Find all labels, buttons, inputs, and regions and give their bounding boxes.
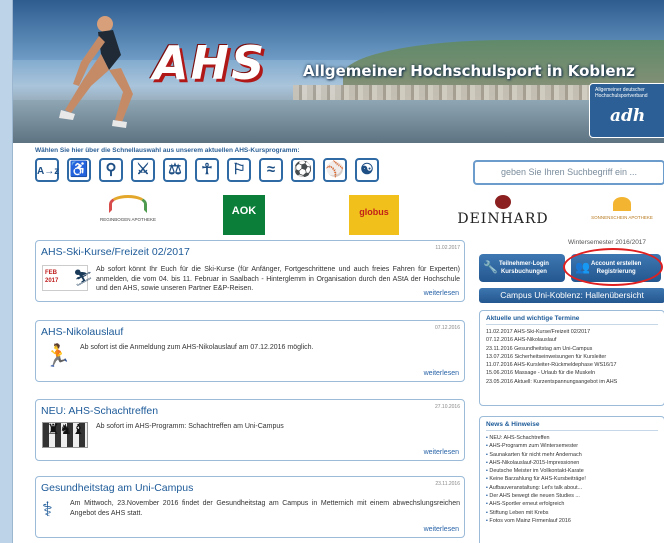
- list-item[interactable]: AHS-Nikolauslauf-2015-Impressionen: [486, 459, 586, 467]
- sponsor-globus[interactable]: globus: [349, 195, 399, 235]
- racket-sports-icon[interactable]: ⚾: [323, 158, 347, 182]
- news-title[interactable]: AHS-Ski-Kurse/Freizeit 02/2017: [41, 246, 190, 258]
- hinweise-list: NEU: AHS-SchachtreffenAHS-Programm zum W…: [486, 434, 586, 525]
- news-item: AHS-Nikolauslauf 07.12.2016 🏃 Ab sofort …: [35, 320, 465, 382]
- list-item[interactable]: Fotos vom Mainz Firmenlauf 2016: [486, 517, 586, 525]
- news-item: AHS-Ski-Kurse/Freizeit 02/2017 11.02.201…: [35, 240, 465, 302]
- semester-label: Wintersemester 2016/2017: [568, 239, 647, 246]
- news-date: 07.12.2016: [434, 325, 460, 331]
- az-icon[interactable]: A→z: [35, 158, 59, 182]
- list-item[interactable]: Keine Barzahlung für AHS-Kursbeiträge!: [486, 475, 586, 483]
- list-item[interactable]: 11.02.2017 AHS-Ski-Kurse/Freizeit 02/201…: [486, 328, 617, 336]
- list-item[interactable]: Stiftung Leben mit Krebs: [486, 509, 586, 517]
- cycling-icon[interactable]: ♿: [67, 158, 91, 182]
- sponsor-sonnenschein-label: SONNENSCHEIN APOTHEKE: [591, 215, 653, 220]
- news-date: 11.02.2017: [435, 245, 460, 251]
- news-title[interactable]: NEU: AHS-Schachtreffen: [41, 405, 158, 417]
- list-item[interactable]: 07.12.2016 AHS-Nikolauslauf: [486, 336, 617, 344]
- news-title[interactable]: Gesundheitstag am Uni-Campus: [41, 482, 193, 494]
- list-item[interactable]: 11.07.2016 AHS-Kursleiter-Rückmeldephase…: [486, 361, 617, 369]
- search-input[interactable]: geben Sie Ihren Suchbegriff ein ...: [473, 160, 664, 185]
- participant-login-button[interactable]: 🔧 Teilnehmer-Login Kursbuchungen: [479, 254, 565, 282]
- adh-logo-text: adh: [610, 106, 646, 126]
- quick-select-label: Wählen Sie hier über die Schnellauswahl …: [35, 147, 300, 154]
- news-text: Ab sofort im AHS-Programm: Schachtreffen…: [96, 423, 284, 430]
- list-item[interactable]: Saunakarten für nicht mehr Andernach: [486, 451, 586, 459]
- fitness-icon[interactable]: ⚖: [163, 158, 187, 182]
- martial-arts-icon[interactable]: ⚔: [131, 158, 155, 182]
- chess-thumbnail: ♜♞♝: [42, 421, 88, 448]
- read-more-link[interactable]: weiterlesen: [424, 526, 459, 533]
- ski-thumbnail: FEB 2017 ⛷: [42, 265, 93, 291]
- header-banner: AHS Allgemeiner Hochschulsport in Koblen…: [13, 0, 664, 143]
- news-item: NEU: AHS-Schachtreffen 27.10.2016 ♜♞♝ Ab…: [35, 399, 465, 461]
- list-item[interactable]: NEU: AHS-Schachtreffen: [486, 434, 586, 442]
- adh-logo[interactable]: Allgemeiner deutscher Hochschulsportverb…: [589, 83, 664, 138]
- hinweise-box: News & Hinweise NEU: AHS-SchachtreffenAH…: [479, 416, 664, 543]
- list-item[interactable]: AHS-Programm zum Wintersemester: [486, 442, 586, 450]
- page: AHS Allgemeiner Hochschulsport in Koblen…: [12, 0, 664, 543]
- news-title[interactable]: AHS-Nikolauslauf: [41, 326, 123, 338]
- adh-small-text: Allgemeiner deutscher Hochschulsportverb…: [595, 87, 648, 99]
- news-date: 23.11.2016: [435, 481, 460, 487]
- sponsor-deinhard[interactable]: DEINHARD: [453, 195, 553, 235]
- skier-icon: ⛷: [73, 270, 94, 287]
- read-more-link[interactable]: weiterlesen: [424, 290, 459, 297]
- ahs-logo[interactable]: AHS: [153, 36, 266, 90]
- news-text: Ab sofort könnt Ihr Euch für die Ski-Kur…: [96, 266, 460, 292]
- header-tagline: Allgemeiner Hochschulsport in Koblenz: [303, 62, 635, 80]
- list-item[interactable]: 23.05.2016 Aktuell: Kurzentspannungsange…: [486, 378, 617, 386]
- news-text: Ab sofort ist die Anmeldung zum AHS-Niko…: [80, 344, 314, 351]
- az-icon-text: A→z: [37, 166, 60, 177]
- list-item[interactable]: 23.11.2016 Gesundheitstag am Uni-Campus: [486, 345, 617, 353]
- ski-badge: FEB 2017: [45, 270, 59, 284]
- dance-icon[interactable]: ☥: [195, 158, 219, 182]
- wrench-icon: 🔧: [483, 260, 498, 274]
- sponsor-sonnenschein[interactable]: SONNENSCHEIN APOTHEKE: [585, 195, 659, 235]
- news-item: Gesundheitstag am Uni-Campus 23.11.2016 …: [35, 476, 465, 538]
- highlight-circle: [563, 248, 663, 286]
- termine-title: Aktuelle und wichtige Termine: [486, 315, 580, 322]
- sponsor-deinhard-label: DEINHARD: [457, 211, 549, 227]
- list-item[interactable]: 15.06.2016 Massage - Urlaub für die Musk…: [486, 369, 617, 377]
- hinweise-title: News & Hinweise: [486, 421, 540, 428]
- news-text: Am Mittwoch, 23.November 2016 findet der…: [70, 500, 460, 517]
- sponsor-regenbogen-label: REGINBOGEN APOTHEKE: [99, 217, 156, 222]
- swimming-icon[interactable]: ≈: [259, 158, 283, 182]
- sponsor-aok[interactable]: AOK: [223, 195, 265, 235]
- termine-box: Aktuelle und wichtige Termine 11.02.2017…: [479, 310, 664, 406]
- sponsor-regenbogen-apotheke[interactable]: REGINBOGEN APOTHEKE: [93, 195, 163, 235]
- runner-image: [59, 16, 133, 128]
- running-icon[interactable]: ⚐: [227, 158, 251, 182]
- deinhard-crest-icon: [495, 195, 511, 209]
- gymnastics-icon[interactable]: ⚲: [99, 158, 123, 182]
- login-button-label: Teilnehmer-Login Kursbuchungen: [499, 261, 549, 275]
- termine-list: 11.02.2017 AHS-Ski-Kurse/Freizeit 02/201…: [486, 328, 617, 386]
- list-item[interactable]: Aufbauveranstaltung: Let's talk about...: [486, 484, 586, 492]
- team-sports-icon[interactable]: ⚽: [291, 158, 315, 182]
- health-icon: ⚕: [42, 499, 53, 521]
- yoga-icon[interactable]: ☯: [355, 158, 379, 182]
- list-item[interactable]: 13.07.2016 Sicherheitseinweisungen für K…: [486, 353, 617, 361]
- sun-icon: [613, 197, 631, 211]
- nikolaus-runner-icon: 🏃: [44, 343, 72, 368]
- read-more-link[interactable]: weiterlesen: [424, 370, 459, 377]
- news-date: 27.10.2016: [434, 404, 460, 410]
- campus-halls-button[interactable]: Campus Uni-Koblenz: Hallenübersicht: [479, 288, 664, 303]
- read-more-link[interactable]: weiterlesen: [424, 449, 459, 456]
- list-item[interactable]: AHS-Sportler erneut erfolgreich: [486, 500, 586, 508]
- list-item[interactable]: Der AHS bewegt die neuen Studies ...: [486, 492, 586, 500]
- list-item[interactable]: Deutsche Meister im Vollkontakt-Karate: [486, 467, 586, 475]
